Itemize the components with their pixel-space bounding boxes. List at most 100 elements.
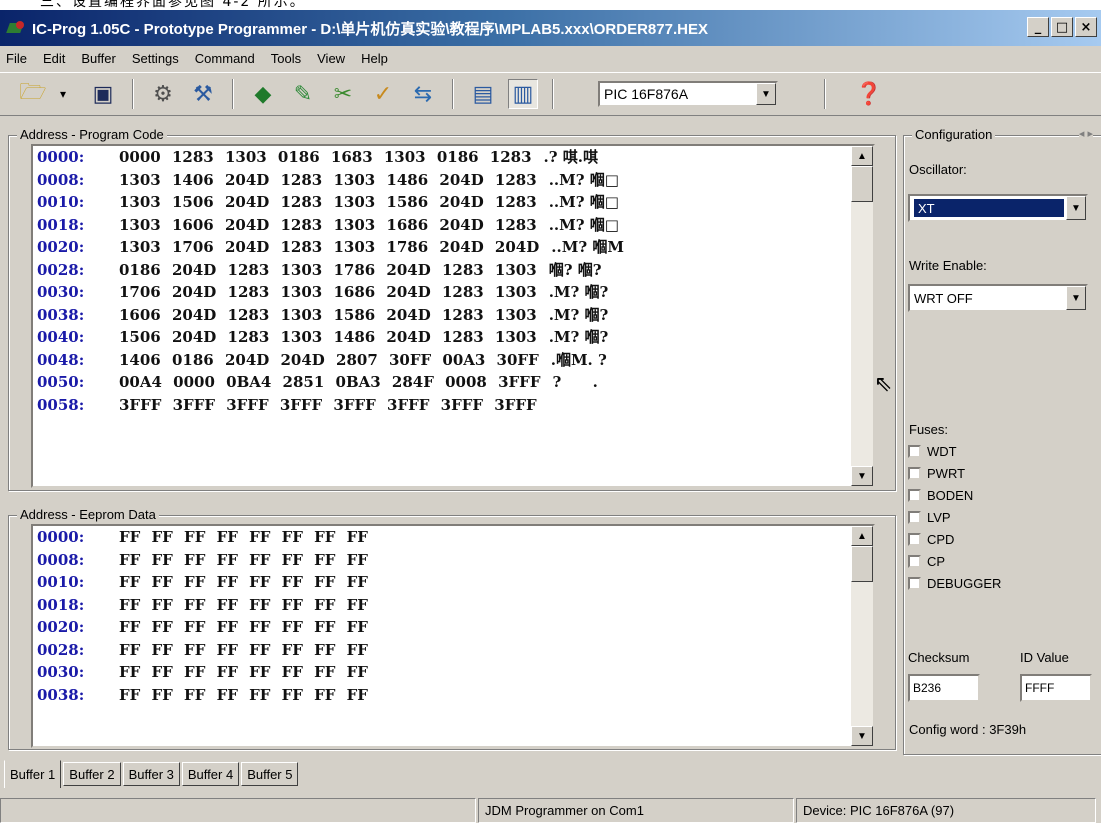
eeprom-row[interactable]: 0020: FF FF FF FF FF FF FF FF bbox=[33, 616, 873, 639]
program-row[interactable]: 0020: 1303 1706 204D 1283 1303 1786 204D … bbox=[33, 236, 873, 259]
row-words: 1303 1406 204D 1283 1303 1486 204D 1283 bbox=[119, 170, 537, 189]
memory-view-alt-icon[interactable]: ▥ bbox=[508, 79, 538, 109]
eeprom-scrollbar[interactable]: ▲ ▼ bbox=[851, 526, 873, 746]
tab-buffer-2[interactable]: Buffer 2 bbox=[63, 762, 121, 786]
program-code-view[interactable]: 0000: 0000 1283 1303 0186 1683 1303 0186 … bbox=[31, 144, 875, 488]
eeprom-row[interactable]: 0038: FF FF FF FF FF FF FF FF bbox=[33, 684, 873, 707]
chip-icon[interactable]: ⚙ bbox=[148, 79, 178, 109]
eeprom-row[interactable]: 0010: FF FF FF FF FF FF FF FF bbox=[33, 571, 873, 594]
program-row[interactable]: 0028: 0186 204D 1283 1303 1786 204D 1283 … bbox=[33, 259, 873, 282]
fuse-checkbox[interactable] bbox=[908, 533, 921, 546]
eeprom-row[interactable]: 0008: FF FF FF FF FF FF FF FF bbox=[33, 549, 873, 572]
chevron-down-icon[interactable]: ▼ bbox=[756, 83, 776, 105]
fuse-pwrt[interactable]: PWRT bbox=[908, 466, 965, 481]
row-address: 0018: bbox=[37, 215, 85, 234]
program-row[interactable]: 0040: 1506 204D 1283 1303 1486 204D 1283 … bbox=[33, 326, 873, 349]
chevron-down-icon[interactable]: ▼ bbox=[1066, 196, 1086, 220]
menu-buffer[interactable]: Buffer bbox=[73, 51, 123, 66]
eeprom-row[interactable]: 0028: FF FF FF FF FF FF FF FF bbox=[33, 639, 873, 662]
config-nav-arrows[interactable]: ◂ ▸ bbox=[1078, 127, 1093, 140]
row-words: 00A4 0000 0BA4 2851 0BA3 284F 0008 3FFF bbox=[119, 373, 541, 391]
mouse-cursor-icon: ⇖ bbox=[874, 372, 893, 397]
oscillator-label: Oscillator: bbox=[909, 162, 967, 177]
checksum-label: Checksum bbox=[908, 650, 970, 665]
row-ascii: .M? 嗰? bbox=[548, 328, 609, 346]
scroll-down-button[interactable]: ▼ bbox=[851, 726, 873, 746]
fuse-cp[interactable]: CP bbox=[908, 554, 945, 569]
fuse-cpd[interactable]: CPD bbox=[908, 532, 954, 547]
tab-buffer-1[interactable]: Buffer 1 bbox=[4, 760, 62, 788]
fuse-checkbox[interactable] bbox=[908, 445, 921, 458]
settings-icon[interactable]: ⚒ bbox=[188, 79, 218, 109]
program-row[interactable]: 0018: 1303 1606 204D 1283 1303 1686 204D … bbox=[33, 214, 873, 237]
row-bytes: FF FF FF FF FF FF FF FF bbox=[119, 618, 368, 636]
device-select[interactable]: PIC 16F876A ▼ bbox=[598, 81, 778, 107]
fuse-checkbox[interactable] bbox=[908, 555, 921, 568]
status-programmer: JDM Programmer on Com1 bbox=[478, 798, 794, 823]
row-address: 0038: bbox=[37, 305, 85, 324]
program-scrollbar[interactable]: ▲ ▼ bbox=[851, 146, 873, 486]
write-enable-label: Write Enable: bbox=[909, 258, 987, 273]
tab-buffer-3[interactable]: Buffer 3 bbox=[122, 762, 180, 786]
fuse-debugger[interactable]: DEBUGGER bbox=[908, 576, 1001, 591]
toolbar: 🗁 ▾ ▣ ⚙ ⚒ ◆ ✎ ✂ ✓ ⇆ ▤ ▥ PIC 16F876A ▼ ❓ bbox=[0, 72, 1101, 116]
verify-icon[interactable]: ✓ bbox=[368, 79, 398, 109]
row-words: 3FFF 3FFF 3FFF 3FFF 3FFF 3FFF 3FFF 3FFF bbox=[119, 395, 537, 414]
menu-command[interactable]: Command bbox=[187, 51, 263, 66]
eeprom-row[interactable]: 0000: FF FF FF FF FF FF FF FF bbox=[33, 526, 873, 549]
write-enable-select[interactable]: WRT OFF ▼ bbox=[908, 284, 1088, 312]
maximize-button[interactable]: □ bbox=[1051, 17, 1073, 37]
scroll-down-button[interactable]: ▼ bbox=[851, 466, 873, 486]
tab-buffer-5[interactable]: Buffer 5 bbox=[241, 762, 299, 786]
program-row[interactable]: 0038: 1606 204D 1283 1303 1586 204D 1283 … bbox=[33, 304, 873, 327]
close-button[interactable]: × bbox=[1075, 17, 1097, 37]
menu-file[interactable]: File bbox=[0, 51, 35, 66]
id-value-field[interactable]: FFFF bbox=[1020, 674, 1092, 702]
config-word-label: Config word : 3F39h bbox=[909, 722, 1027, 737]
fuse-wdt[interactable]: WDT bbox=[908, 444, 957, 459]
oscillator-select[interactable]: XT ▼ bbox=[908, 194, 1088, 222]
program-row[interactable]: 0058: 3FFF 3FFF 3FFF 3FFF 3FFF 3FFF 3FFF … bbox=[33, 394, 873, 417]
row-address: 0030: bbox=[37, 663, 85, 681]
menu-tools[interactable]: Tools bbox=[263, 51, 309, 66]
minimize-button[interactable]: _ bbox=[1027, 17, 1049, 37]
program-row[interactable]: 0050: 00A4 0000 0BA4 2851 0BA3 284F 0008 … bbox=[33, 371, 873, 394]
chevron-down-icon[interactable]: ▼ bbox=[1066, 286, 1086, 310]
scroll-up-button[interactable]: ▲ bbox=[851, 146, 873, 166]
window-controls: _ □ × bbox=[1027, 17, 1097, 37]
scroll-thumb[interactable] bbox=[851, 546, 873, 582]
dropdown-arrow-icon[interactable]: ▾ bbox=[48, 79, 78, 109]
open-icon[interactable]: 🗁 bbox=[18, 79, 48, 109]
fuse-checkbox[interactable] bbox=[908, 489, 921, 502]
program-row[interactable]: 0030: 1706 204D 1283 1303 1686 204D 1283 … bbox=[33, 281, 873, 304]
menu-edit[interactable]: Edit bbox=[35, 51, 73, 66]
eeprom-row[interactable]: 0030: FF FF FF FF FF FF FF FF bbox=[33, 661, 873, 684]
save-icon[interactable]: ▣ bbox=[88, 79, 118, 109]
fuse-lvp[interactable]: LVP bbox=[908, 510, 951, 525]
fuse-checkbox[interactable] bbox=[908, 511, 921, 524]
menu-help[interactable]: Help bbox=[353, 51, 396, 66]
menu-settings[interactable]: Settings bbox=[124, 51, 187, 66]
program-icon[interactable]: ✎ bbox=[288, 79, 318, 109]
id-value-text: FFFF bbox=[1025, 681, 1055, 695]
tab-buffer-4[interactable]: Buffer 4 bbox=[181, 762, 240, 786]
menu-view[interactable]: View bbox=[309, 51, 353, 66]
program-row[interactable]: 0010: 1303 1506 204D 1283 1303 1586 204D … bbox=[33, 191, 873, 214]
memory-view-icon[interactable]: ▤ bbox=[468, 79, 498, 109]
eeprom-data-view[interactable]: 0000: FF FF FF FF FF FF FF FF 0008: FF FF F… bbox=[31, 524, 875, 748]
row-words: 1506 204D 1283 1303 1486 204D 1283 1303 bbox=[119, 328, 537, 346]
blank-check-icon[interactable]: ⇆ bbox=[408, 79, 438, 109]
fuse-checkbox[interactable] bbox=[908, 577, 921, 590]
program-row[interactable]: 0048: 1406 0186 204D 204D 2807 30FF 00A3 … bbox=[33, 349, 873, 372]
scroll-up-button[interactable]: ▲ bbox=[851, 526, 873, 546]
title-bar[interactable]: IC-Prog 1.05C - Prototype Programmer - D… bbox=[0, 10, 1101, 46]
fuse-boden[interactable]: BODEN bbox=[908, 488, 973, 503]
read-icon[interactable]: ◆ bbox=[248, 79, 278, 109]
scroll-thumb[interactable] bbox=[851, 166, 873, 202]
erase-icon[interactable]: ✂ bbox=[328, 79, 358, 109]
eeprom-row[interactable]: 0018: FF FF FF FF FF FF FF FF bbox=[33, 594, 873, 617]
help-icon[interactable]: ❓ bbox=[854, 79, 884, 109]
program-row[interactable]: 0000: 0000 1283 1303 0186 1683 1303 0186 … bbox=[33, 146, 873, 169]
program-row[interactable]: 0008: 1303 1406 204D 1283 1303 1486 204D … bbox=[33, 169, 873, 192]
fuse-checkbox[interactable] bbox=[908, 467, 921, 480]
